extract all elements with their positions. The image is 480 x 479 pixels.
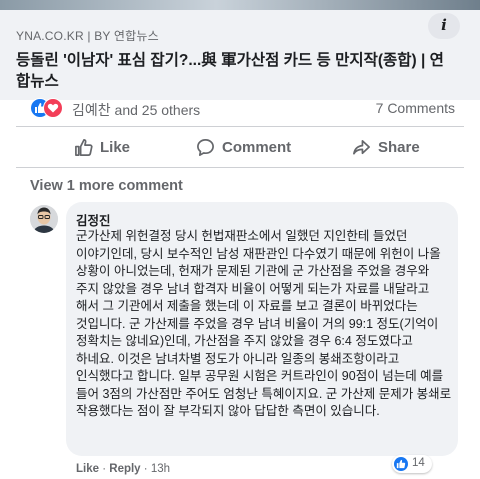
comment-icon [197, 139, 214, 156]
comment-reaction-badge[interactable]: 14 [392, 455, 432, 473]
info-button[interactable]: i [428, 13, 460, 39]
comment-count[interactable]: 7 Comments [376, 100, 455, 116]
reaction-names[interactable]: 김예찬 and 25 others [72, 100, 200, 120]
thumbs-up-icon [75, 139, 93, 156]
link-source: YNA.CO.KR | BY 연합뉴스 [16, 29, 159, 43]
like-label: Like [100, 139, 131, 156]
comment-timestamp[interactable]: 13h [151, 463, 170, 475]
comment-author[interactable]: 김정진 [76, 210, 111, 229]
like-icon [394, 457, 408, 471]
share-icon [353, 139, 370, 155]
separator: · [143, 463, 148, 475]
comment-like-button[interactable]: Like [76, 463, 99, 475]
comment-reply-button[interactable]: Reply [109, 463, 140, 475]
view-more-comments-link[interactable]: View 1 more comment [30, 178, 183, 194]
comment-text: 군가산제 위헌결정 당시 헌법재판소에서 일했던 지인한테 들었던 이야기인데,… [76, 229, 452, 418]
divider [16, 126, 464, 127]
separator: · [102, 463, 107, 475]
comment-label: Comment [222, 139, 292, 156]
comment-actions: Like · Reply · 13h [76, 463, 170, 475]
link-headline[interactable]: 등돌린 '이남자' 표심 잡기?...與 軍가산점 카드 등 만지작(종합) |… [16, 50, 456, 92]
avatar[interactable] [30, 205, 58, 233]
share-label: Share [378, 139, 420, 156]
link-preview-image[interactable] [0, 0, 480, 10]
comment-bubble: 김정진 군가산제 위헌결정 당시 헌법재판소에서 일했던 지인한테 들었던 이야… [66, 202, 458, 456]
love-icon [43, 98, 63, 118]
info-icon: i [441, 16, 447, 34]
divider [16, 167, 464, 168]
comment-reaction-count: 14 [412, 457, 425, 469]
link-preview-card[interactable]: YNA.CO.KR | BY 연합뉴스 i 등돌린 '이남자' 표심 잡기?..… [0, 10, 480, 100]
